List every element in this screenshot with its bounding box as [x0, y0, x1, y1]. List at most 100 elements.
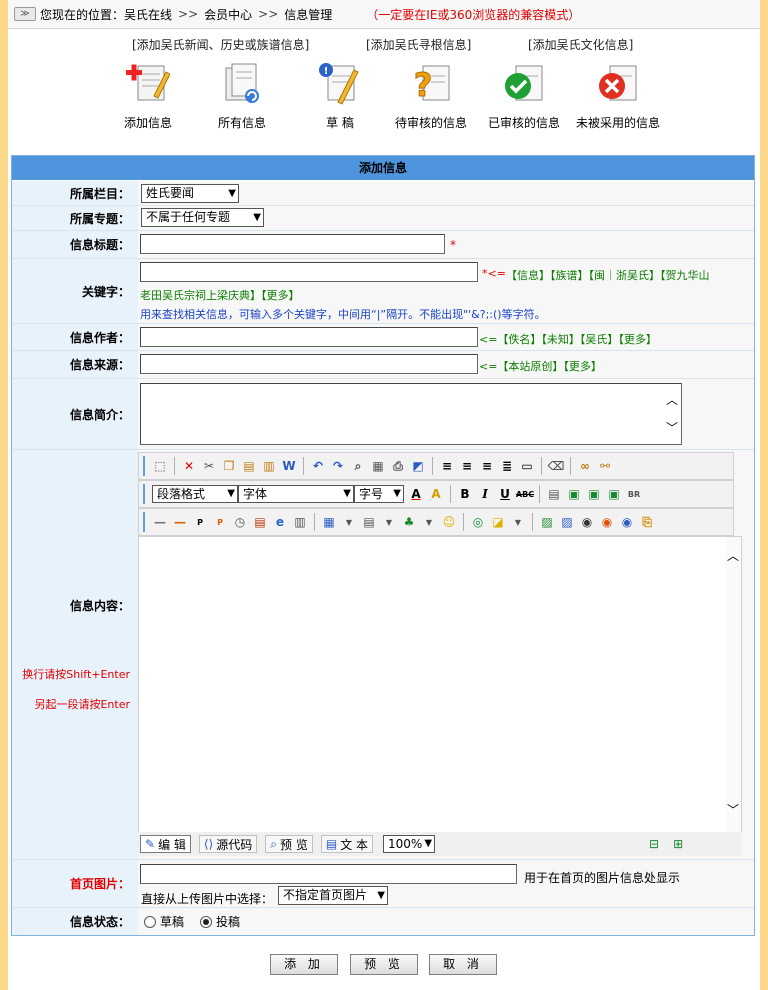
paste-icon[interactable]: ▤	[241, 458, 257, 474]
nav-add-info[interactable]: 添加信息	[100, 62, 196, 131]
image-icon[interactable]: ▣	[586, 486, 602, 502]
author-input[interactable]	[140, 327, 478, 347]
author-suggest-links[interactable]: <=【佚名】【未知】【吴氏】【更多】	[479, 331, 657, 347]
insert-quicktime-icon[interactable]: ◉	[619, 514, 635, 530]
horizontal-line-icon[interactable]: —	[152, 514, 168, 530]
align-left-icon[interactable]: ≡	[439, 458, 455, 474]
scroll-down-icon[interactable]: ﹀	[727, 801, 739, 818]
special-dropdown-icon[interactable]: ▼	[421, 514, 437, 530]
mode-text-button[interactable]: ▤ 文 本	[320, 835, 374, 853]
align-justify-icon[interactable]: ≣	[499, 458, 515, 474]
table-dropdown-icon[interactable]: ▼	[341, 514, 357, 530]
unlink-icon[interactable]: ⚯	[597, 458, 613, 474]
keywords-suggest-links[interactable]: 【信息】【族谱】【闽｜浙吴氏】【贺九华山	[506, 267, 710, 283]
mode-edit-button[interactable]: ✎ 编 辑	[140, 835, 191, 853]
editor-expand-icon[interactable]: ⊞	[673, 837, 683, 851]
flash-icon[interactable]: ◩	[410, 458, 426, 474]
zoom-select[interactable]: 100% ▼	[383, 835, 436, 853]
find-icon[interactable]: ⌕	[350, 458, 366, 474]
font-select[interactable]: 字体 ▼	[238, 485, 354, 503]
nav-all-info[interactable]: 所有信息	[194, 62, 290, 131]
select-all-icon[interactable]: ⬚	[152, 458, 168, 474]
table-insert-icon[interactable]: ▣	[566, 486, 582, 502]
highlight-color-icon[interactable]: A	[428, 486, 444, 502]
frame-dropdown-icon[interactable]: ▼	[510, 514, 526, 530]
form-icon[interactable]: ▤	[361, 514, 377, 530]
cut-icon[interactable]: ✂	[201, 458, 217, 474]
undo-icon[interactable]: ↶	[310, 458, 326, 474]
redo-icon[interactable]: ↷	[330, 458, 346, 474]
editor-shrink-icon[interactable]: ⊟	[649, 837, 659, 851]
font-color-icon[interactable]: A	[408, 486, 424, 502]
copy-icon[interactable]: ❐	[221, 458, 237, 474]
breadcrumb-item-member[interactable]: 会员中心	[204, 6, 252, 23]
nav-rejected[interactable]: 未被采用的信息	[570, 62, 666, 131]
nav-approved[interactable]: 已审核的信息	[476, 62, 572, 131]
insert-media-icon[interactable]: ◉	[579, 514, 595, 530]
insert-realplayer-icon[interactable]: ◉	[599, 514, 615, 530]
hr-icon[interactable]: ▤	[546, 486, 562, 502]
link-add-roots[interactable]: [添加吴氏寻根信息]	[366, 36, 471, 53]
align-right-icon[interactable]: ≡	[479, 458, 495, 474]
delete-icon[interactable]: ✕	[181, 458, 197, 474]
page-break-icon[interactable]: P	[192, 514, 208, 530]
emoticon-icon[interactable]: ☺	[441, 514, 457, 530]
keywords-suggest-links-2[interactable]: 老田吴氏宗祠上梁庆典】【更多】	[140, 287, 300, 303]
italic-icon[interactable]: I	[477, 486, 493, 502]
paragraph-format-select[interactable]: 段落格式 ▼	[152, 485, 238, 503]
nav-pending[interactable]: ? 待审核的信息	[383, 62, 479, 131]
paste-word-icon[interactable]: W	[281, 458, 297, 474]
cancel-button[interactable]: 取 消	[429, 954, 497, 975]
link-add-news[interactable]: [添加吴氏新闻、历史或族谱信息]	[132, 36, 309, 53]
paste-text-icon[interactable]: ▥	[261, 458, 277, 474]
mode-preview-button[interactable]: ⌕ 预 览	[265, 835, 313, 853]
upload-image-select[interactable]: 不指定首页图片 ▼	[278, 886, 388, 905]
underline-icon[interactable]: U	[497, 486, 513, 502]
media-icon[interactable]: ▣	[606, 486, 622, 502]
scroll-up-icon[interactable]: ︿	[727, 547, 739, 564]
bold-icon[interactable]: B	[457, 486, 473, 502]
doc-icon[interactable]: ▥	[292, 514, 308, 530]
editor-content-area[interactable]: ︿ ﹀	[138, 536, 742, 836]
breadcrumb-item-home[interactable]: 吴氏在线	[124, 6, 172, 23]
align-center-icon[interactable]: ≡	[459, 458, 475, 474]
scroll-down-icon[interactable]: ﹀	[666, 419, 678, 436]
topic-select[interactable]: 不属于任何专题 ▼	[141, 208, 264, 227]
attachment-icon[interactable]: ⎘	[639, 514, 655, 530]
intro-textarea[interactable]	[140, 383, 682, 445]
breadcrumb-toggle-icon[interactable]: ≫	[14, 7, 36, 21]
preview-button[interactable]: 预 览	[350, 954, 418, 975]
strikethrough-icon[interactable]: ABC	[516, 486, 534, 502]
eraser-icon[interactable]: ⌫	[548, 458, 565, 474]
source-suggest-links[interactable]: <=【本站原创】【更多】	[479, 358, 602, 374]
column-select[interactable]: 姓氏要闻 ▼	[141, 184, 239, 203]
print-icon[interactable]: ⎙	[390, 458, 406, 474]
special-char-icon[interactable]: ♣	[401, 514, 417, 530]
status-draft-radio[interactable]	[144, 915, 156, 928]
insert-flash-icon[interactable]: ▨	[559, 514, 575, 530]
editor-scrollbar[interactable]: ︿ ﹀	[725, 537, 741, 835]
line-break-icon[interactable]: BR	[626, 486, 642, 502]
add-button[interactable]: 添 加	[270, 954, 338, 975]
web-page-icon[interactable]: e	[272, 514, 288, 530]
homepage-image-input[interactable]	[140, 864, 517, 884]
link-add-culture[interactable]: [添加吴氏文化信息]	[528, 36, 633, 53]
insert-image-icon[interactable]: ▨	[539, 514, 555, 530]
time-icon[interactable]: ◷	[232, 514, 248, 530]
font-size-select[interactable]: 字号 ▼	[354, 485, 404, 503]
form-dropdown-icon[interactable]: ▼	[381, 514, 397, 530]
title-input[interactable]	[140, 234, 445, 254]
nav-drafts[interactable]: ! 草 稿	[292, 62, 388, 131]
source-input[interactable]	[140, 354, 478, 374]
zoom-icon[interactable]: ◎	[470, 514, 486, 530]
table-icon[interactable]: ▦	[321, 514, 337, 530]
mode-source-button[interactable]: ⟨⟩ 源代码	[198, 835, 258, 853]
keywords-input[interactable]	[140, 262, 478, 282]
fullscreen-icon[interactable]: ▭	[519, 458, 535, 474]
page-break-color-icon[interactable]: P	[212, 514, 228, 530]
date-icon[interactable]: ▤	[252, 514, 268, 530]
frame-icon[interactable]: ◪	[490, 514, 506, 530]
status-submit-radio[interactable]	[200, 915, 213, 928]
horizontal-line-color-icon[interactable]: —	[172, 514, 188, 530]
calculator-icon[interactable]: ▦	[370, 458, 386, 474]
